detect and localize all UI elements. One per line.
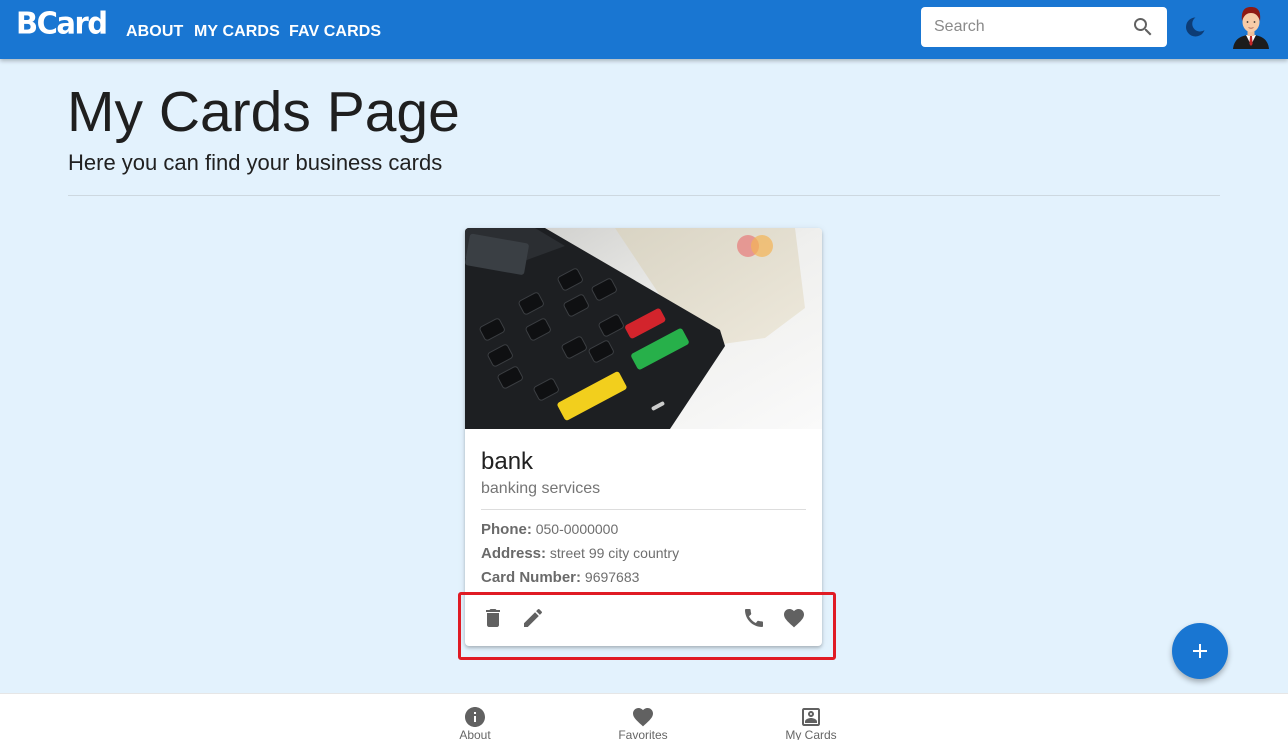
search-box: [921, 7, 1167, 47]
edit-card-button[interactable]: [521, 606, 545, 630]
page-title: My Cards Page: [67, 80, 460, 144]
info-icon: [465, 707, 485, 727]
nav-fav-cards[interactable]: FAV CARDS: [289, 23, 381, 41]
add-card-button[interactable]: [1172, 623, 1228, 679]
phone-value: 050-0000000: [535, 521, 619, 537]
bottom-nav-favorites-label: Favorites: [618, 728, 668, 740]
call-button[interactable]: [742, 606, 766, 630]
bottom-nav-about[interactable]: About: [425, 694, 525, 740]
bottom-nav-about-label: About: [459, 728, 491, 740]
card-number-row: Card Number: 9697683: [481, 569, 639, 586]
delete-card-button[interactable]: [481, 606, 505, 630]
phone-icon: [745, 609, 763, 627]
card-divider: [481, 509, 806, 510]
delete-icon: [486, 609, 500, 627]
avatar-icon: [1233, 7, 1269, 49]
moon-icon: [1186, 17, 1205, 37]
app-bar: BCard ABOUT MY CARDS FAV CARDS: [0, 0, 1288, 59]
heart-icon: [633, 708, 653, 727]
search-input[interactable]: [921, 7, 1131, 47]
user-avatar[interactable]: [1231, 5, 1271, 49]
card-number-value: 9697683: [584, 569, 640, 585]
nav-my-cards[interactable]: MY CARDS: [194, 23, 280, 41]
page-subtitle: Here you can find your business cards: [68, 150, 443, 175]
page-divider: [68, 195, 1220, 196]
search-icon: [1134, 18, 1152, 36]
bottom-nav-my-cards-label: My Cards: [785, 728, 837, 740]
contact-card-icon: [802, 708, 820, 726]
app-logo[interactable]: BCard: [16, 5, 108, 41]
business-card[interactable]: bank banking services Phone: 050-0000000…: [465, 228, 822, 646]
heart-icon: [784, 609, 804, 628]
card-number-label: Card Number:: [481, 569, 582, 586]
search-button[interactable]: [1131, 15, 1155, 39]
card-title: bank: [481, 448, 534, 475]
card-image: [465, 228, 822, 429]
edit-icon: [524, 608, 543, 627]
plus-icon: [1193, 644, 1207, 658]
address-label: Address:: [481, 545, 547, 562]
bottom-nav-my-cards[interactable]: My Cards: [761, 694, 861, 740]
bottom-nav-favorites[interactable]: Favorites: [593, 694, 693, 740]
bottom-navigation: About Favorites My Cards: [0, 693, 1288, 740]
theme-toggle-button[interactable]: [1182, 14, 1208, 40]
phone-label: Phone:: [481, 521, 532, 538]
card-subtitle: banking services: [481, 480, 601, 497]
nav-about[interactable]: ABOUT: [126, 23, 183, 41]
favorite-button[interactable]: [782, 606, 806, 630]
card-phone-row: Phone: 050-0000000: [481, 521, 618, 538]
address-value: street 99 city country: [549, 545, 680, 561]
card-address-row: Address: street 99 city country: [481, 545, 679, 562]
